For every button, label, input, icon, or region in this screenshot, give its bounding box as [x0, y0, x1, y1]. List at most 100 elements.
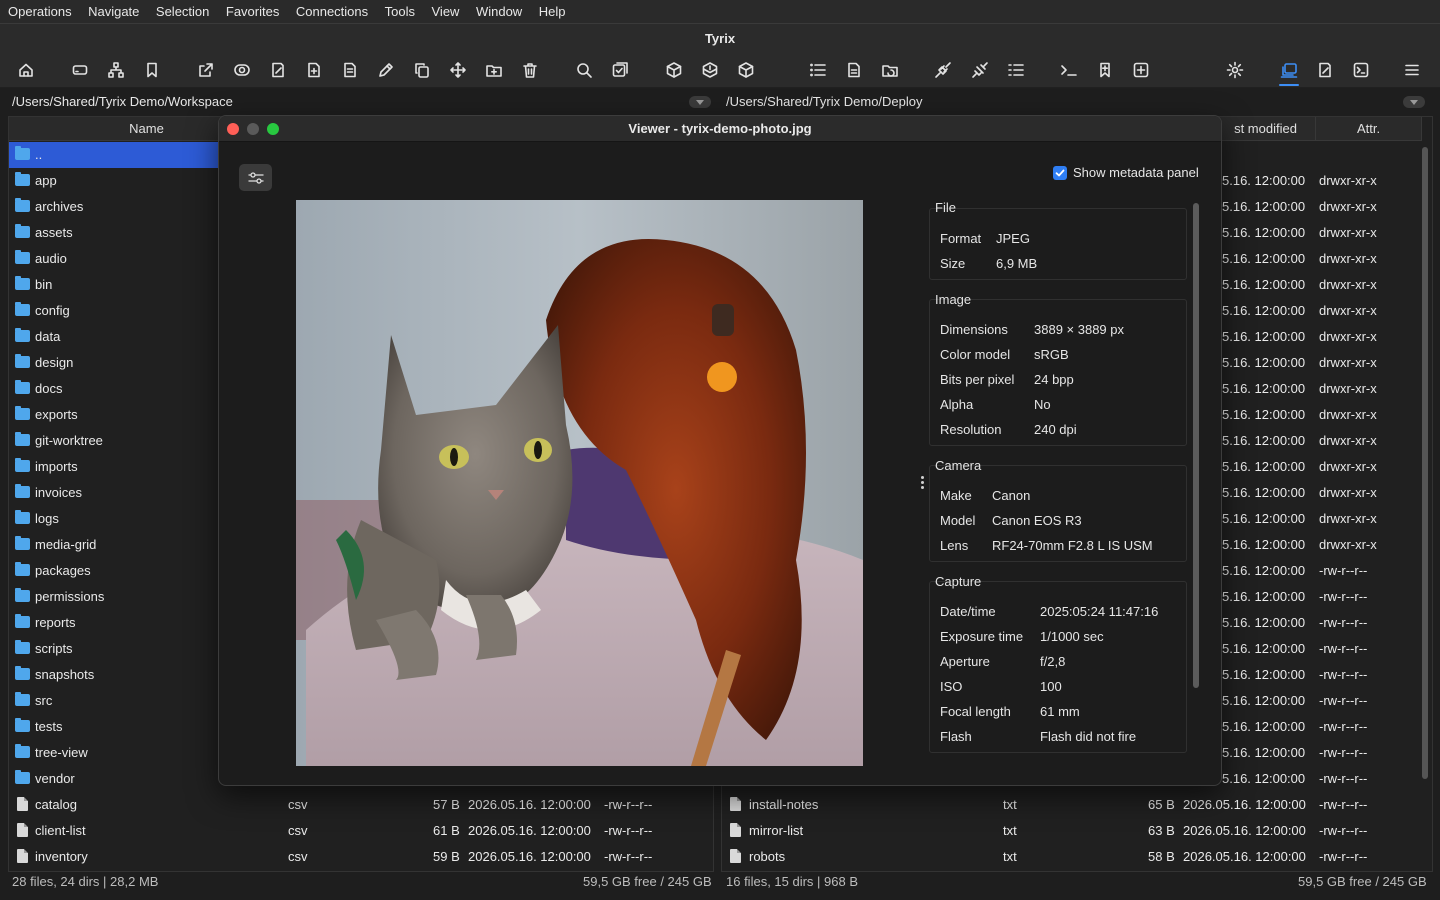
- file-attr: drwxr-xr-x: [1319, 225, 1377, 240]
- test-archive-button[interactable]: [734, 58, 758, 82]
- menu-window[interactable]: Window: [476, 4, 522, 19]
- settings-button[interactable]: [1223, 58, 1247, 82]
- file-date: 5.16. 12:00:00: [1222, 173, 1306, 188]
- move-button[interactable]: [446, 58, 470, 82]
- file-attr: drwxr-xr-x: [1319, 407, 1377, 422]
- rename-button[interactable]: [374, 58, 398, 82]
- file-attr: -rw-r--r--: [1319, 849, 1368, 864]
- open-external-button[interactable]: [194, 58, 218, 82]
- properties-button[interactable]: [842, 58, 866, 82]
- zoom-button[interactable]: [267, 123, 279, 135]
- file-size: 61 B: [433, 823, 460, 838]
- new-folder-icon: [486, 65, 502, 77]
- file-date: 5.16. 12:00:00: [1222, 225, 1306, 240]
- checklist-button[interactable]: [1004, 58, 1028, 82]
- new-file-button[interactable]: [302, 58, 326, 82]
- show-metadata-label[interactable]: Show metadata panel: [1073, 165, 1199, 180]
- folder-icon: [15, 302, 30, 316]
- file-row[interactable]: catalog csv 57 B 2026.05.16. 12:00:00 -rw-r-…: [9, 792, 709, 818]
- drive-button[interactable]: [68, 58, 92, 82]
- folder-icon: [15, 380, 30, 394]
- menu-view[interactable]: View: [432, 4, 460, 19]
- left-path-dropdown-icon[interactable]: [689, 96, 711, 108]
- metadata-scrollbar[interactable]: [1193, 203, 1199, 688]
- connect-button[interactable]: [931, 58, 955, 82]
- console-button[interactable]: [1349, 58, 1373, 82]
- delete-button[interactable]: [518, 58, 542, 82]
- column-header-modified[interactable]: st modified: [1216, 117, 1316, 141]
- bookmark-add-button[interactable]: [1093, 58, 1117, 82]
- dual-panel-icon: [1280, 63, 1298, 78]
- file-name: imports: [35, 459, 78, 474]
- folder-row[interactable]: ..: [9, 142, 218, 168]
- folder-sync-button[interactable]: [878, 58, 902, 82]
- metadata-section-title: File: [935, 200, 956, 215]
- file-size: 59 B: [433, 849, 460, 864]
- file-date: 2026.05.16. 12:00:00: [468, 823, 591, 838]
- minimize-button[interactable]: [247, 123, 259, 135]
- metadata-key: Size: [940, 256, 966, 271]
- file-row[interactable]: inventory csv 59 B 2026.05.16. 12:00:00 -rw-…: [9, 844, 709, 870]
- new-folder-button[interactable]: [482, 58, 506, 82]
- compare-button[interactable]: [608, 58, 632, 82]
- file-name: vendor: [35, 771, 75, 786]
- file-icon: [17, 849, 28, 863]
- hamburger-button[interactable]: [1400, 58, 1424, 82]
- search-button[interactable]: [572, 58, 596, 82]
- extract-button[interactable]: [698, 58, 722, 82]
- connect-icon: [935, 62, 951, 78]
- dual-panel-button[interactable]: [1277, 58, 1301, 86]
- file-row[interactable]: robots txt 58 B 2026.05.16. 12:00:00 -rw-r--…: [722, 844, 1422, 870]
- file-name: inventory: [35, 849, 88, 864]
- home-button[interactable]: [14, 58, 38, 82]
- editor-button[interactable]: [1313, 58, 1337, 82]
- disconnect-button[interactable]: [968, 58, 992, 82]
- menu-favorites[interactable]: Favorites: [226, 4, 279, 19]
- column-header-attr[interactable]: Attr.: [1316, 117, 1422, 141]
- menu-navigate[interactable]: Navigate: [88, 4, 139, 19]
- file-row[interactable]: client-list csv 61 B 2026.05.16. 12:00:00 -r…: [9, 818, 709, 844]
- bookmark-button[interactable]: [140, 58, 164, 82]
- metadata-key: Make: [940, 488, 972, 503]
- menu-tools[interactable]: Tools: [385, 4, 415, 19]
- metadata-key: Bits per pixel: [940, 372, 1015, 387]
- file-size: 65 B: [1148, 797, 1175, 812]
- archive-button[interactable]: [662, 58, 686, 82]
- file-icon: [17, 797, 28, 811]
- right-path[interactable]: /Users/Shared/Tyrix Demo/Deploy: [726, 94, 923, 114]
- new-tab-button[interactable]: [1129, 58, 1153, 82]
- view-button[interactable]: [230, 58, 254, 82]
- file-row[interactable]: mirror-list txt 63 B 2026.05.16. 12:00:00 -r…: [722, 818, 1422, 844]
- move-icon: [450, 62, 466, 78]
- file-text-button[interactable]: [338, 58, 362, 82]
- file-date: 5.16. 12:00:00: [1222, 485, 1306, 500]
- file-name: tree-view: [35, 745, 88, 760]
- menu-operations[interactable]: Operations: [8, 4, 72, 19]
- file-date: 5.16. 12:00:00: [1222, 329, 1306, 344]
- folder-icon: [15, 640, 30, 654]
- properties-icon: [848, 62, 860, 78]
- file-row[interactable]: install-notes txt 65 B 2026.05.16. 12:00:00…: [722, 792, 1422, 818]
- close-button[interactable]: [227, 123, 239, 135]
- menu-help[interactable]: Help: [539, 4, 566, 19]
- metadata-value: Flash did not fire: [1040, 729, 1137, 744]
- right-path-dropdown-icon[interactable]: [1403, 96, 1425, 108]
- list-view-button[interactable]: [806, 58, 830, 82]
- bookmark-icon: [147, 62, 157, 78]
- show-metadata-checkbox[interactable]: [1053, 166, 1067, 180]
- edit-button[interactable]: [266, 58, 290, 82]
- menu-selection[interactable]: Selection: [156, 4, 209, 19]
- sliders-icon: [247, 171, 264, 184]
- adjustments-button[interactable]: [239, 164, 272, 191]
- right-scrollbar[interactable]: [1422, 147, 1428, 779]
- file-name: bin: [35, 277, 53, 292]
- metadata-value: Canon EOS R3: [992, 513, 1082, 528]
- terminal-button[interactable]: [1057, 58, 1081, 82]
- network-button[interactable]: [104, 58, 128, 82]
- copy-button[interactable]: [410, 58, 434, 82]
- left-path[interactable]: /Users/Shared/Tyrix Demo/Workspace: [12, 94, 233, 114]
- checklist-icon: [1008, 64, 1024, 76]
- menu-connections[interactable]: Connections: [296, 4, 368, 19]
- splitter-handle[interactable]: [921, 476, 925, 494]
- delete-icon: [523, 63, 537, 78]
